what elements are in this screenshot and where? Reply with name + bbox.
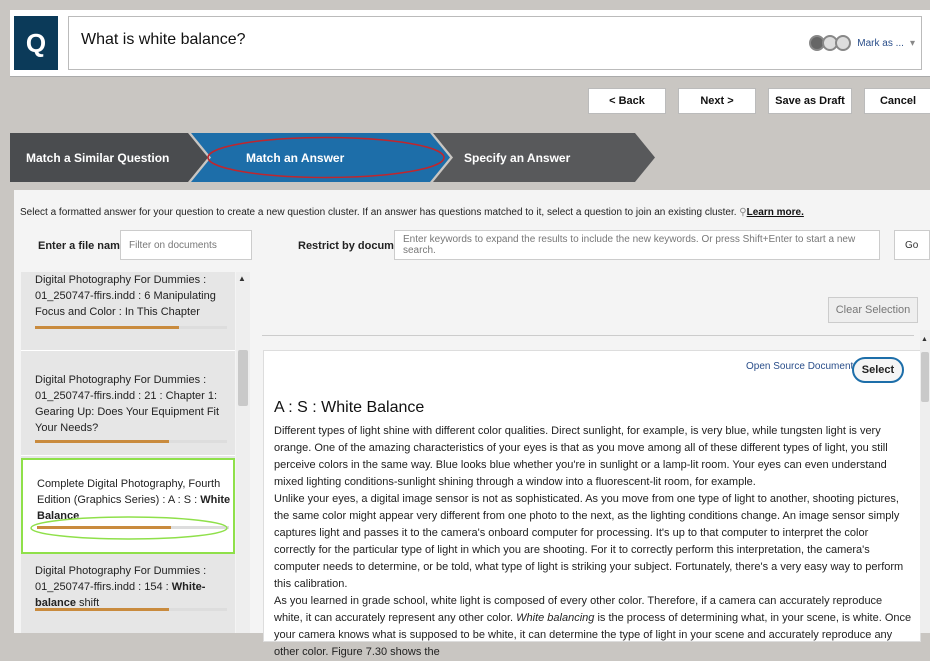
open-source-document-link[interactable]: Open Source Document bbox=[746, 361, 853, 372]
answer-card: Open Source Document Select A : S : Whit… bbox=[263, 350, 921, 658]
wizard-steps: Match a Similar Question Match an Answer… bbox=[10, 133, 930, 182]
scroll-up-arrow-icon[interactable]: ▲ bbox=[238, 274, 246, 283]
answer-paragraph: As you learned in grade school, white li… bbox=[274, 595, 912, 658]
list-item[interactable]: Digital Photography For Dummies : 01_250… bbox=[21, 272, 235, 351]
restrict-keywords-input[interactable]: Enter keywords to expand the results to … bbox=[394, 230, 880, 260]
step-match-an-answer[interactable]: Match an Answer bbox=[246, 133, 344, 182]
answer-results-list: Digital Photography For Dummies : 01_250… bbox=[21, 272, 235, 633]
answer-paragraph: Different types of light shine with diff… bbox=[274, 425, 888, 488]
select-button[interactable]: Select bbox=[852, 357, 904, 383]
clear-selection-button[interactable]: Clear Selection bbox=[828, 297, 918, 323]
scrollbar-thumb[interactable] bbox=[238, 350, 248, 406]
instructions: Select a formatted answer for your quest… bbox=[20, 207, 804, 218]
result-title: Digital Photography For Dummies : 01_250… bbox=[35, 565, 207, 609]
pane-divider bbox=[262, 335, 914, 336]
list-item-selected[interactable]: Complete Digital Photography, Fourth Edi… bbox=[21, 458, 235, 554]
step-specify-an-answer[interactable]: Specify an Answer bbox=[464, 133, 570, 182]
answer-body: Different types of light shine with diff… bbox=[274, 423, 912, 661]
relevance-fill bbox=[35, 608, 170, 611]
result-title: Digital Photography For Dummies : 01_250… bbox=[35, 274, 216, 318]
learn-more-link[interactable]: Learn more. bbox=[747, 207, 804, 218]
result-title: Digital Photography For Dummies : 01_250… bbox=[35, 374, 220, 434]
mark-as-label: Mark as ... bbox=[857, 37, 904, 49]
results-scrollbar[interactable]: ▲ bbox=[236, 272, 250, 633]
file-name-input[interactable]: Filter on documents bbox=[120, 230, 252, 260]
back-button[interactable]: < Back bbox=[588, 88, 666, 114]
relevance-fill bbox=[35, 440, 170, 443]
step-match-similar-question[interactable]: Match a Similar Question bbox=[26, 133, 169, 182]
relevance-bar bbox=[35, 326, 227, 329]
instructions-text: Select a formatted answer for your quest… bbox=[20, 207, 737, 218]
scrollbar-thumb[interactable] bbox=[921, 352, 929, 402]
file-name-label: Enter a file name: bbox=[38, 240, 130, 252]
relevance-fill bbox=[35, 326, 179, 329]
go-button[interactable]: Go bbox=[894, 230, 930, 260]
key-icon: ⚲ bbox=[739, 207, 747, 218]
answer-title: A : S : White Balance bbox=[274, 399, 425, 416]
scroll-up-arrow-icon[interactable]: ▲ bbox=[921, 336, 928, 343]
green-highlight-ellipse bbox=[30, 516, 228, 540]
question-text: What is white balance? bbox=[81, 31, 246, 48]
question-header: Q What is white balance? Mark as ... ▾ bbox=[10, 10, 930, 77]
list-item[interactable]: Digital Photography For Dummies : 01_250… bbox=[21, 351, 235, 456]
chevron-down-icon: ▾ bbox=[909, 37, 915, 49]
relevance-bar bbox=[35, 608, 227, 611]
relevance-bar bbox=[35, 440, 227, 443]
save-as-draft-button[interactable]: Save as Draft bbox=[768, 88, 852, 114]
question-field[interactable]: What is white balance? Mark as ... ▾ bbox=[68, 16, 922, 70]
next-button[interactable]: Next > bbox=[678, 88, 756, 114]
status-dots-icon bbox=[809, 35, 852, 51]
preview-scrollbar[interactable]: ▲ bbox=[920, 330, 930, 633]
cancel-button[interactable]: Cancel bbox=[864, 88, 930, 114]
mark-as-menu[interactable]: Mark as ... ▾ bbox=[809, 35, 915, 51]
navigation-toolbar: < Back Next > Save as Draft Cancel bbox=[10, 77, 930, 123]
app-logo: Q bbox=[14, 16, 58, 70]
answer-paragraph: Unlike your eyes, a digital image sensor… bbox=[274, 493, 904, 590]
list-item[interactable]: Digital Photography For Dummies : 01_250… bbox=[21, 554, 235, 633]
